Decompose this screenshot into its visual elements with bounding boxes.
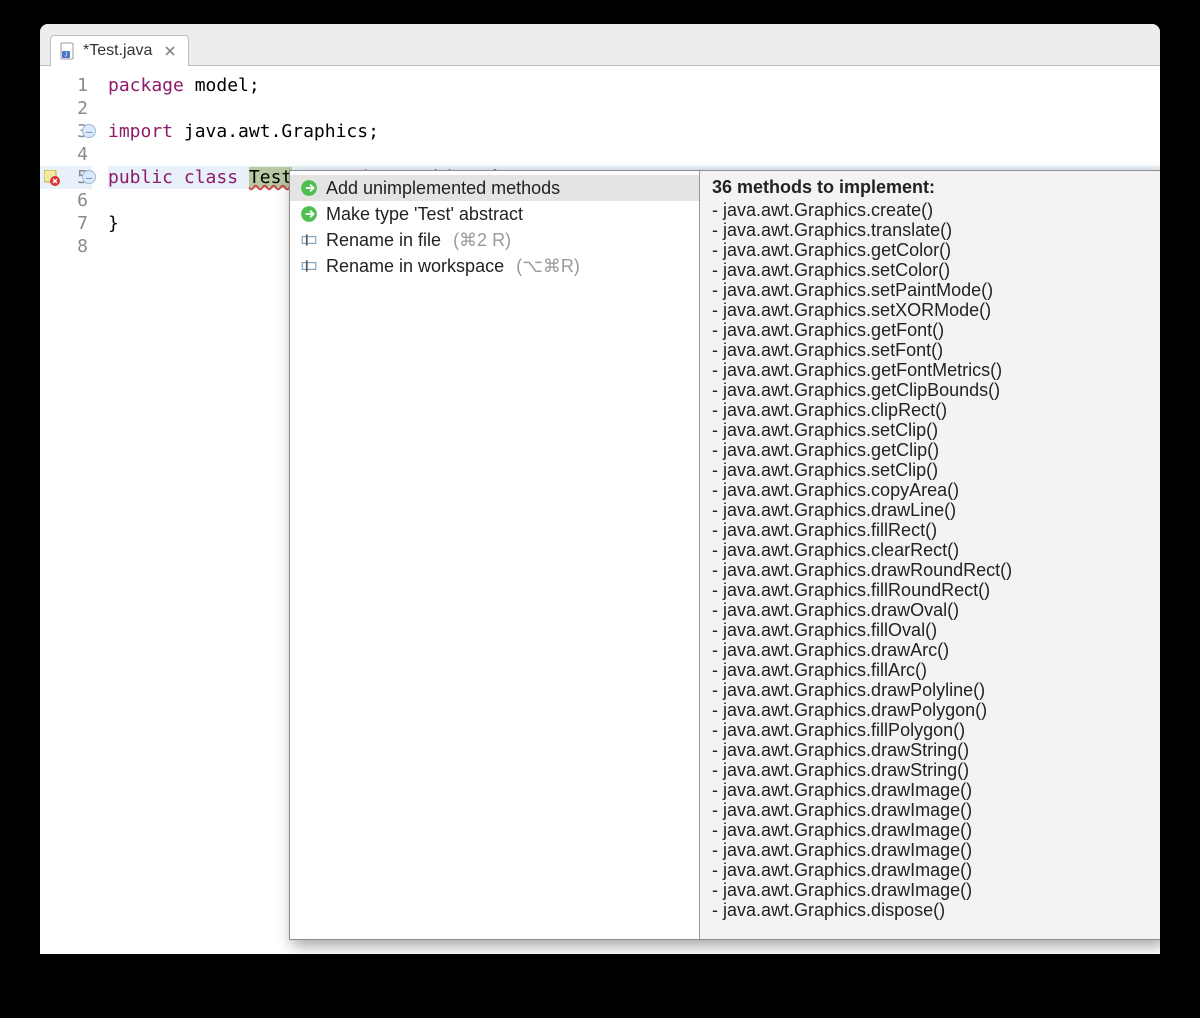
method-item: java.awt.Graphics.drawImage() bbox=[712, 800, 1149, 820]
line-number: 6 bbox=[77, 190, 88, 211]
line-number: 1 bbox=[77, 75, 88, 96]
method-item: java.awt.Graphics.setClip() bbox=[712, 460, 1149, 480]
method-item: java.awt.Graphics.drawImage() bbox=[712, 780, 1149, 800]
method-item: java.awt.Graphics.drawPolyline() bbox=[712, 680, 1149, 700]
line-number: 7 bbox=[77, 213, 88, 234]
add-methods-icon bbox=[300, 179, 318, 197]
method-item: java.awt.Graphics.drawString() bbox=[712, 740, 1149, 760]
quick-fix-label: Add unimplemented methods bbox=[326, 178, 560, 199]
method-item: java.awt.Graphics.fillArc() bbox=[712, 660, 1149, 680]
tab-bar: J *Test.java bbox=[40, 24, 1160, 66]
fold-toggle-icon[interactable]: – bbox=[82, 124, 96, 138]
fold-toggle-icon[interactable]: – bbox=[82, 170, 96, 184]
method-item: java.awt.Graphics.drawLine() bbox=[712, 500, 1149, 520]
quick-fix-label: Rename in file bbox=[326, 230, 441, 251]
file-tab[interactable]: J *Test.java bbox=[50, 35, 189, 66]
editor-window: J *Test.java 1 2 3 – 4 bbox=[40, 24, 1160, 954]
code-line: import java.awt.Graphics; bbox=[108, 120, 1160, 143]
code-line bbox=[108, 143, 1160, 166]
quick-fix-popup: Add unimplemented methods Make type 'Tes… bbox=[289, 170, 1160, 940]
method-item: java.awt.Graphics.drawPolygon() bbox=[712, 700, 1149, 720]
method-item: java.awt.Graphics.drawImage() bbox=[712, 880, 1149, 900]
code-line: package model; bbox=[108, 74, 1160, 97]
method-item: java.awt.Graphics.drawRoundRect() bbox=[712, 560, 1149, 580]
method-item: java.awt.Graphics.drawImage() bbox=[712, 820, 1149, 840]
quick-fix-label: Make type 'Test' abstract bbox=[326, 204, 523, 225]
detail-header: 36 methods to implement: bbox=[712, 177, 1149, 198]
method-item: java.awt.Graphics.getFont() bbox=[712, 320, 1149, 340]
method-item: java.awt.Graphics.drawImage() bbox=[712, 860, 1149, 880]
method-item: java.awt.Graphics.setFont() bbox=[712, 340, 1149, 360]
method-item: java.awt.Graphics.dispose() bbox=[712, 900, 1149, 920]
method-item: java.awt.Graphics.copyArea() bbox=[712, 480, 1149, 500]
method-item: java.awt.Graphics.drawOval() bbox=[712, 600, 1149, 620]
svg-text:J: J bbox=[65, 53, 68, 59]
methods-list: java.awt.Graphics.create()java.awt.Graph… bbox=[712, 200, 1149, 920]
method-item: java.awt.Graphics.translate() bbox=[712, 220, 1149, 240]
line-number-gutter: 1 2 3 – 4 5 – 6 7 bbox=[40, 66, 98, 954]
quick-fix-detail-panel: 36 methods to implement: java.awt.Graphi… bbox=[700, 171, 1160, 939]
line-number: 2 bbox=[77, 98, 88, 119]
rename-icon bbox=[300, 231, 318, 249]
method-item: java.awt.Graphics.drawArc() bbox=[712, 640, 1149, 660]
quick-fix-list: Add unimplemented methods Make type 'Tes… bbox=[290, 171, 700, 939]
method-item: java.awt.Graphics.fillOval() bbox=[712, 620, 1149, 640]
quick-fix-rename-file[interactable]: Rename in file (⌘2 R) bbox=[290, 227, 699, 253]
java-file-icon: J bbox=[59, 42, 77, 60]
quick-fix-shortcut: (⌘2 R) bbox=[453, 230, 511, 251]
error-marker-icon[interactable] bbox=[44, 169, 60, 185]
method-item: java.awt.Graphics.getClip() bbox=[712, 440, 1149, 460]
method-item: java.awt.Graphics.fillPolygon() bbox=[712, 720, 1149, 740]
method-item: java.awt.Graphics.fillRect() bbox=[712, 520, 1149, 540]
method-item: java.awt.Graphics.setPaintMode() bbox=[712, 280, 1149, 300]
quick-fix-label: Rename in workspace bbox=[326, 256, 504, 277]
method-item: java.awt.Graphics.drawImage() bbox=[712, 840, 1149, 860]
method-item: java.awt.Graphics.setXORMode() bbox=[712, 300, 1149, 320]
method-item: java.awt.Graphics.getColor() bbox=[712, 240, 1149, 260]
quick-fix-make-abstract[interactable]: Make type 'Test' abstract bbox=[290, 201, 699, 227]
method-item: java.awt.Graphics.getClipBounds() bbox=[712, 380, 1149, 400]
method-item: java.awt.Graphics.setColor() bbox=[712, 260, 1149, 280]
method-item: java.awt.Graphics.clearRect() bbox=[712, 540, 1149, 560]
line-number: 8 bbox=[77, 236, 88, 257]
quick-fix-shortcut: (⌥⌘R) bbox=[516, 256, 580, 277]
method-item: java.awt.Graphics.clipRect() bbox=[712, 400, 1149, 420]
close-tab-icon[interactable] bbox=[162, 43, 178, 59]
method-item: java.awt.Graphics.fillRoundRect() bbox=[712, 580, 1149, 600]
code-line bbox=[108, 97, 1160, 120]
error-token: Test bbox=[249, 167, 292, 188]
line-number: 4 bbox=[77, 144, 88, 165]
rename-icon bbox=[300, 257, 318, 275]
quick-fix-add-unimplemented[interactable]: Add unimplemented methods bbox=[290, 175, 699, 201]
make-abstract-icon bbox=[300, 205, 318, 223]
method-item: java.awt.Graphics.setClip() bbox=[712, 420, 1149, 440]
method-item: java.awt.Graphics.create() bbox=[712, 200, 1149, 220]
method-item: java.awt.Graphics.drawString() bbox=[712, 760, 1149, 780]
tab-title: *Test.java bbox=[83, 42, 152, 60]
quick-fix-rename-workspace[interactable]: Rename in workspace (⌥⌘R) bbox=[290, 253, 699, 279]
method-item: java.awt.Graphics.getFontMetrics() bbox=[712, 360, 1149, 380]
